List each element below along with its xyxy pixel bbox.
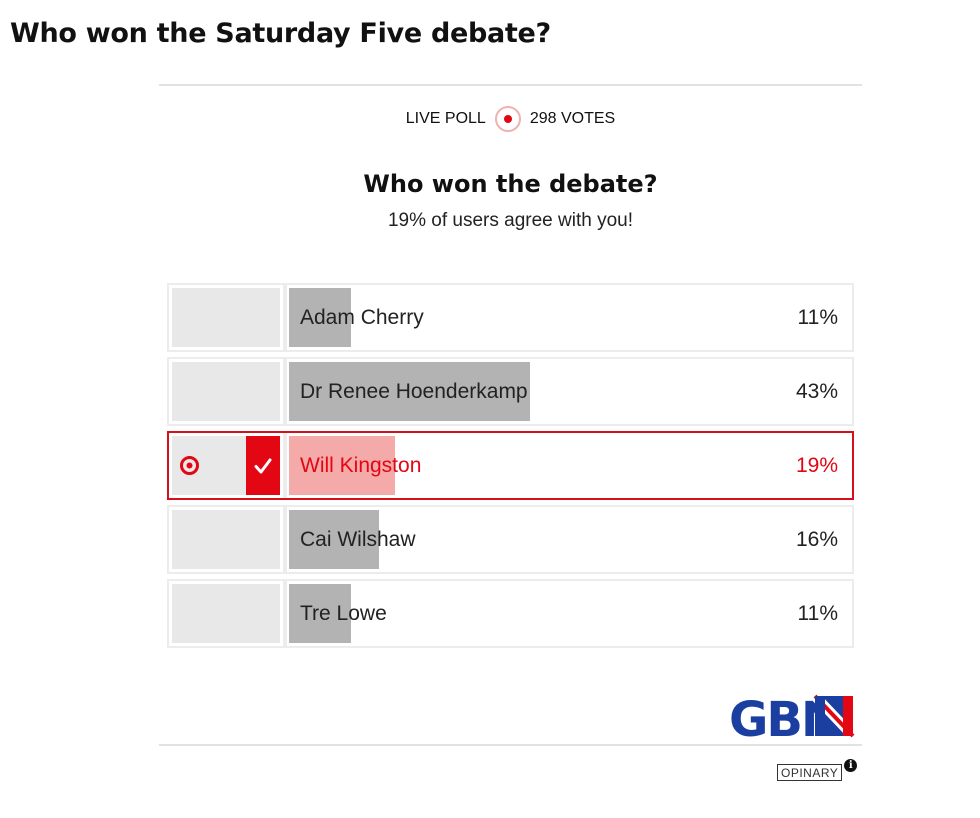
option-percent: 11% xyxy=(797,306,838,329)
option-percent: 16% xyxy=(795,528,838,551)
option-name: Dr Renee Hoenderkamp xyxy=(300,380,528,403)
option-divider xyxy=(283,285,287,350)
option-thumbnail xyxy=(172,362,280,421)
option-divider xyxy=(283,507,287,572)
poll-question: Who won the debate? xyxy=(363,170,658,198)
option-name: Adam Cherry xyxy=(300,306,424,329)
agreement-text: 19% of users agree with you! xyxy=(387,210,634,231)
target-icon xyxy=(180,456,199,475)
poll-option[interactable]: Tre Lowe 11% xyxy=(167,579,854,648)
option-divider xyxy=(283,359,287,424)
option-name: Will Kingston xyxy=(300,454,422,477)
poll-option[interactable]: Adam Cherry 11% xyxy=(167,283,854,352)
option-thumbnail xyxy=(172,510,280,569)
top-divider xyxy=(159,84,862,86)
option-thumbnail xyxy=(172,288,280,347)
option-divider xyxy=(283,433,287,498)
info-icon[interactable]: i xyxy=(844,759,858,772)
poll-option[interactable]: Cai Wilshaw 16% xyxy=(167,505,854,574)
powered-by[interactable]: OPINARY i xyxy=(777,756,858,781)
live-poll-label: LIVE POLL xyxy=(405,110,486,127)
option-percent: 19% xyxy=(795,454,838,477)
poll-widget: LIVE POLL 298 VOTES Who won the debate? … xyxy=(159,84,862,781)
poll-option-selected[interactable]: Will Kingston 19% xyxy=(167,431,854,500)
page-title: Who won the Saturday Five debate? xyxy=(10,18,551,49)
opinary-badge[interactable]: OPINARY xyxy=(777,764,843,781)
vote-count: 298 VOTES xyxy=(529,110,616,127)
poll-status: LIVE POLL 298 VOTES xyxy=(159,103,862,135)
checkmark-icon xyxy=(246,436,280,495)
live-dot-icon xyxy=(494,106,521,132)
option-divider xyxy=(283,581,287,646)
option-percent: 11% xyxy=(797,602,838,625)
option-name: Tre Lowe xyxy=(300,602,387,625)
gbn-logo: GBN xyxy=(729,694,855,740)
option-percent: 43% xyxy=(795,380,838,403)
poll-option[interactable]: Dr Renee Hoenderkamp 43% xyxy=(167,357,854,426)
option-thumbnail xyxy=(172,584,280,643)
option-name: Cai Wilshaw xyxy=(300,528,416,551)
bottom-divider xyxy=(159,744,862,746)
